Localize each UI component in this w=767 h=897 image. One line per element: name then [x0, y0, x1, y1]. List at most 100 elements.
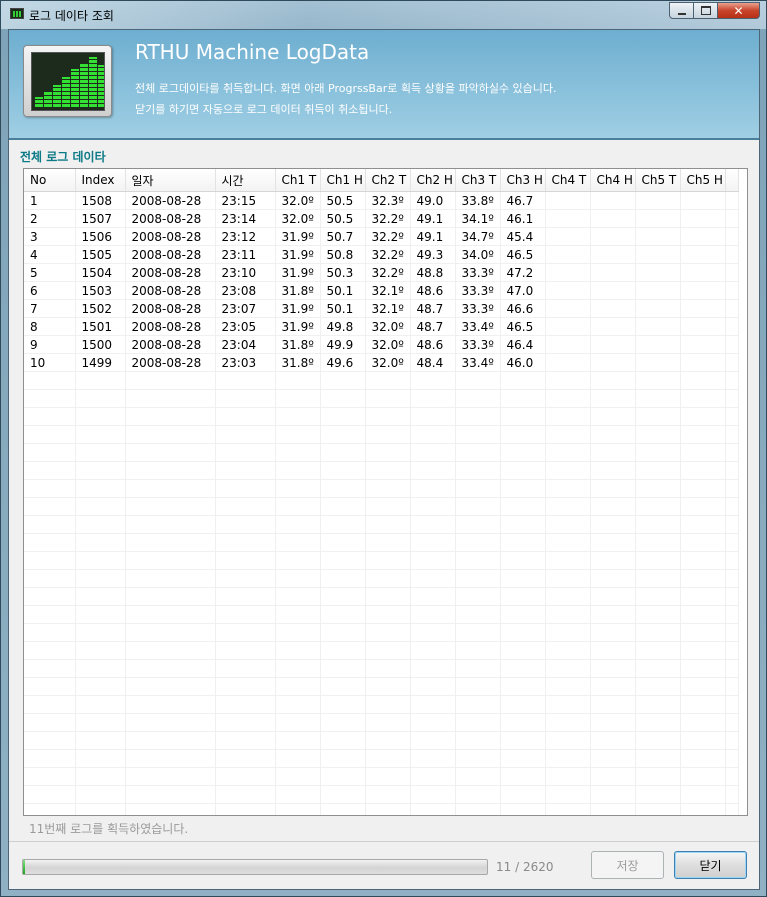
maximize-button[interactable]: [693, 2, 718, 19]
table-cell: 50.3: [320, 263, 366, 282]
column-header[interactable]: 시간: [215, 169, 276, 192]
title-bar[interactable]: 로그 데이타 조회 ✕: [1, 1, 766, 29]
table-row[interactable]: [24, 659, 739, 678]
table-cell: [680, 263, 726, 282]
table-cell: [320, 497, 366, 516]
table-cell: 45.4: [500, 227, 546, 246]
progress-count: 11 / 2620: [496, 860, 554, 874]
table-row[interactable]: [24, 587, 739, 606]
table-cell: [410, 569, 456, 588]
close-button[interactable]: 닫기: [674, 851, 747, 879]
table-row[interactable]: 2 1507 2008-08-28 23:14 32.0º 50.5 32.2º 49.1 34…: [24, 209, 739, 228]
table-cell: 23:10: [215, 263, 276, 282]
column-header[interactable]: Ch4 T: [545, 169, 591, 192]
column-header[interactable]: Index: [75, 169, 126, 192]
table-row[interactable]: [24, 569, 739, 588]
table-row[interactable]: [24, 497, 739, 516]
table-cell: [215, 497, 276, 516]
column-header[interactable]: Ch3 T: [455, 169, 501, 192]
table-cell: 32.2º: [365, 227, 411, 246]
table-cell: [24, 623, 76, 642]
table-cell: 2008-08-28: [125, 281, 216, 300]
table-cell: [635, 641, 681, 660]
table-row[interactable]: 3 1506 2008-08-28 23:12 31.9º 50.7 32.2º 49.1 34…: [24, 227, 739, 246]
table-row[interactable]: 4 1505 2008-08-28 23:11 31.9º 50.8 32.2º 49.3 34…: [24, 245, 739, 264]
table-row[interactable]: [24, 479, 739, 498]
table-cell: 31.9º: [275, 317, 321, 336]
table-row[interactable]: [24, 407, 739, 426]
table-cell: [24, 695, 76, 714]
table-row[interactable]: [24, 551, 739, 570]
column-header[interactable]: No: [24, 169, 76, 192]
column-header[interactable]: Ch2 H: [410, 169, 456, 192]
column-header[interactable]: Ch1 H: [320, 169, 366, 192]
table-row[interactable]: [24, 371, 739, 390]
window-controls: ✕: [669, 2, 760, 19]
table-cell: [365, 587, 411, 606]
column-header[interactable]: Ch5 T: [635, 169, 681, 192]
table-row[interactable]: [24, 695, 739, 714]
table-row[interactable]: [24, 785, 739, 804]
table-row[interactable]: 5 1504 2008-08-28 23:10 31.9º 50.3 32.2º 48.8 33…: [24, 263, 739, 282]
table-cell: [320, 749, 366, 768]
table-cell: 31.9º: [275, 299, 321, 318]
table-row[interactable]: [24, 641, 739, 660]
table-cell: [635, 713, 681, 732]
table-row[interactable]: [24, 389, 739, 408]
table-cell: [455, 551, 501, 570]
column-header[interactable]: Ch4 H: [590, 169, 636, 192]
column-header[interactable]: Ch1 T: [275, 169, 321, 192]
table-row[interactable]: [24, 461, 739, 480]
table-row[interactable]: [24, 767, 739, 786]
table-cell: 2008-08-28: [125, 353, 216, 372]
table-row[interactable]: [24, 713, 739, 732]
table-cell: [680, 497, 726, 516]
table-cell: [215, 659, 276, 678]
table-row[interactable]: [24, 515, 739, 534]
table-cell: [725, 731, 739, 750]
minimize-button[interactable]: [669, 2, 694, 19]
table-row[interactable]: [24, 425, 739, 444]
table-row[interactable]: [24, 623, 739, 642]
table-row[interactable]: [24, 731, 739, 750]
table-row[interactable]: 7 1502 2008-08-28 23:07 31.9º 50.1 32.1º 48.7 33…: [24, 299, 739, 318]
table-cell: [545, 281, 591, 300]
table-cell: 33.3º: [455, 335, 501, 354]
table-row[interactable]: [24, 443, 739, 462]
table-row[interactable]: [24, 605, 739, 624]
column-header-filler: [725, 169, 739, 192]
table-cell: 9: [24, 335, 76, 354]
table-row[interactable]: [24, 803, 739, 815]
table-cell: [455, 713, 501, 732]
table-cell: [410, 695, 456, 714]
table-cell: [215, 749, 276, 768]
table-cell: 31.8º: [275, 353, 321, 372]
table-cell: [365, 713, 411, 732]
table-row[interactable]: 1 1508 2008-08-28 23:15 32.0º 50.5 32.3º 49.0 33…: [24, 191, 739, 210]
table-row[interactable]: [24, 533, 739, 552]
save-button[interactable]: 저장: [591, 851, 664, 879]
log-data-grid[interactable]: No Index 일자 시간 Ch1 T Ch1 H Ch2 T Ch2 H Ch3 T Ch3 …: [23, 168, 748, 816]
close-window-button[interactable]: ✕: [717, 2, 760, 19]
table-row[interactable]: 8 1501 2008-08-28 23:05 31.9º 49.8 32.0º 48.7 33…: [24, 317, 739, 336]
table-cell: [275, 749, 321, 768]
table-cell: [75, 479, 126, 498]
table-cell: [500, 461, 546, 480]
table-row[interactable]: 6 1503 2008-08-28 23:08 31.8º 50.1 32.1º 48.6 33…: [24, 281, 739, 300]
table-cell: 49.1: [410, 227, 456, 246]
table-cell: [725, 407, 739, 426]
description-line-1: 전체 로그데이타를 취득합니다. 화면 아래 ProgrssBar로 획득 상황…: [135, 82, 557, 95]
column-header[interactable]: Ch2 T: [365, 169, 411, 192]
column-header[interactable]: 일자: [125, 169, 216, 192]
column-header[interactable]: Ch5 H: [680, 169, 726, 192]
table-cell: [75, 371, 126, 390]
table-row[interactable]: [24, 677, 739, 696]
table-cell: [590, 371, 636, 390]
table-row[interactable]: 10 1499 2008-08-28 23:03 31.8º 49.6 32.0º 48.4 3…: [24, 353, 739, 372]
table-row[interactable]: [24, 749, 739, 768]
table-cell: [75, 659, 126, 678]
table-cell: [725, 227, 739, 246]
table-row[interactable]: 9 1500 2008-08-28 23:04 31.8º 49.9 32.0º 48.6 33…: [24, 335, 739, 354]
column-header[interactable]: Ch3 H: [500, 169, 546, 192]
table-cell: 33.8º: [455, 191, 501, 210]
